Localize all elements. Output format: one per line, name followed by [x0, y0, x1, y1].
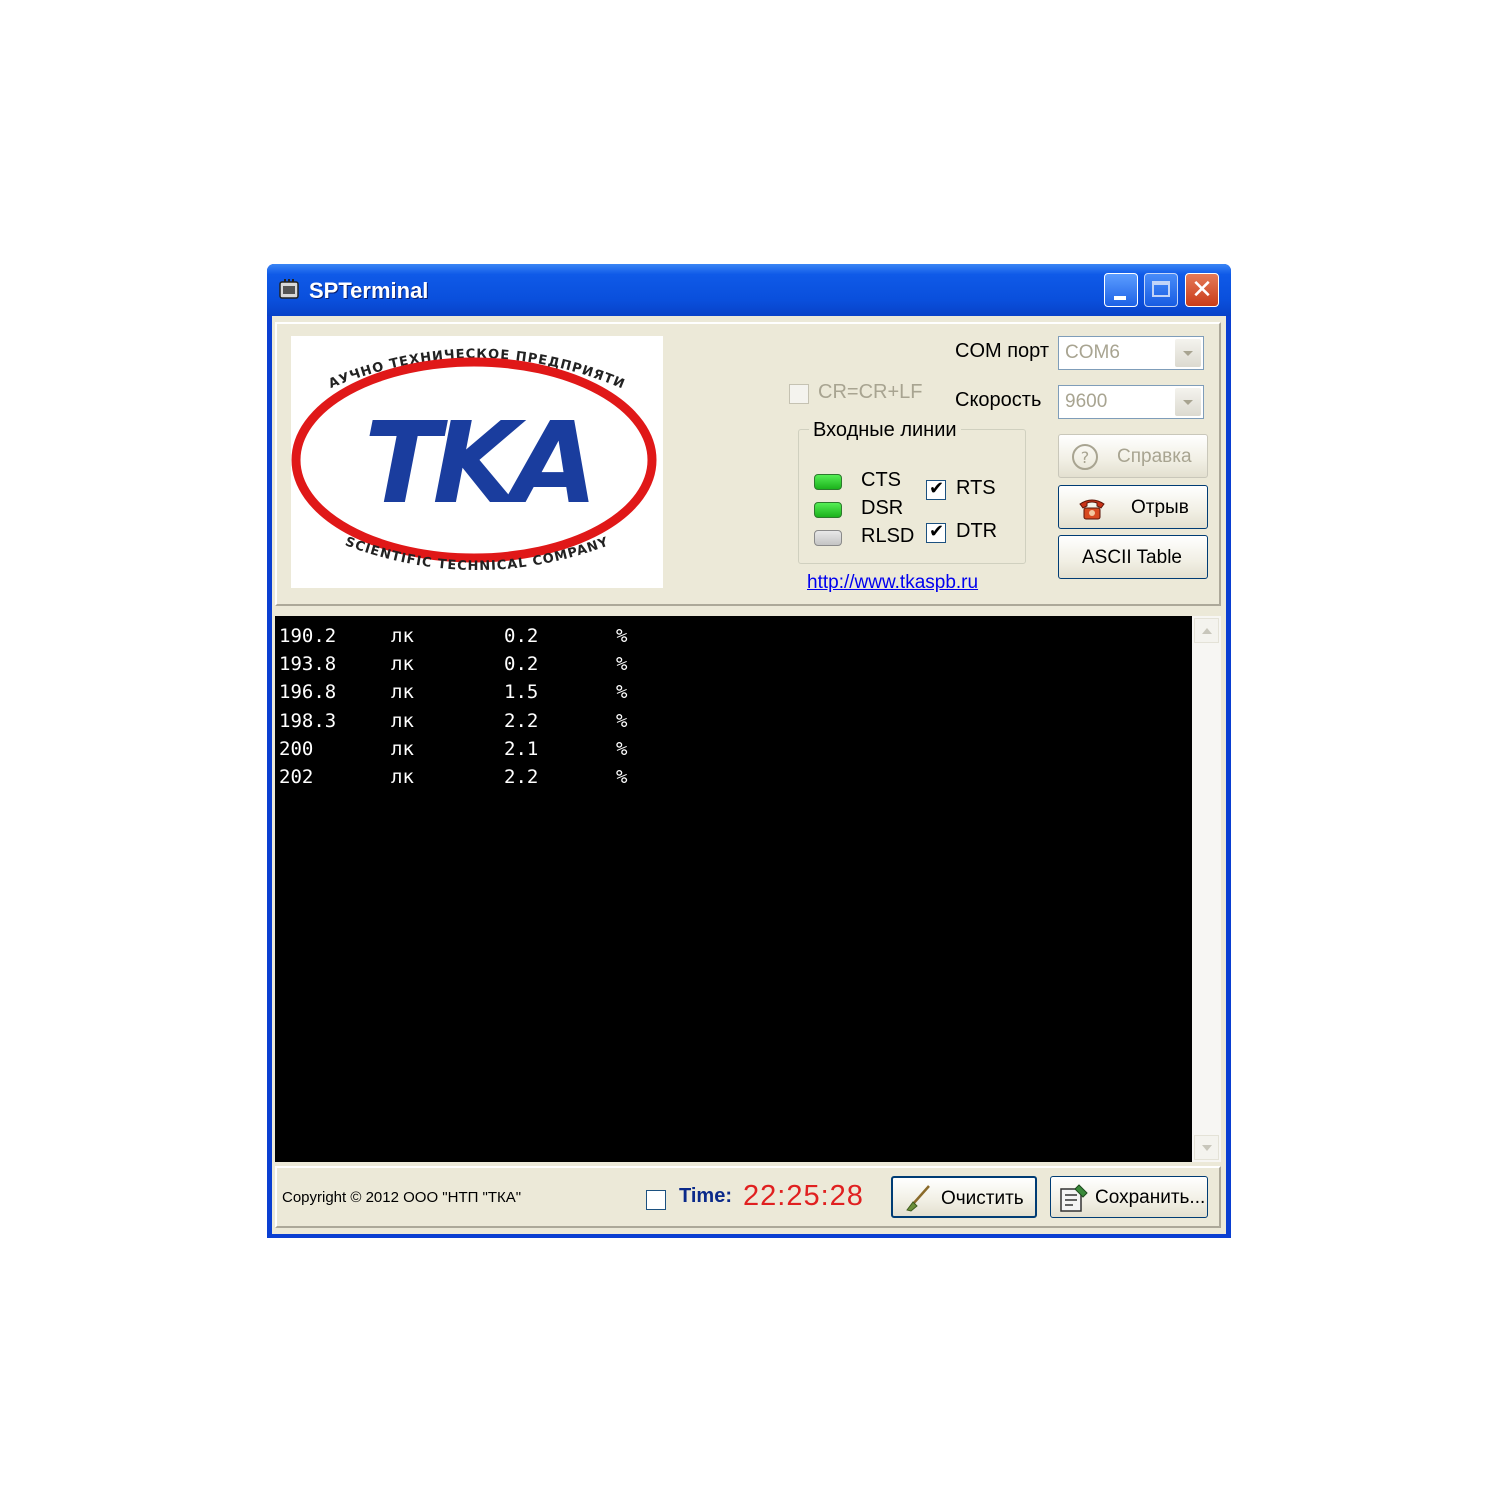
- terminal-output[interactable]: 190.2 лк 0.2% 193.8 лк 0.2% 196.8 лк 1.5% 198.3 лк…: [275, 616, 1192, 1162]
- ascii-table-button-label: ASCII Table: [1082, 547, 1182, 568]
- minimize-icon: [1114, 296, 1126, 300]
- terminal-cell: 2.1: [504, 737, 539, 760]
- terminal-cell: 198.3: [279, 709, 337, 732]
- rts-checkbox[interactable]: ✔: [926, 478, 946, 500]
- minimize-button[interactable]: [1104, 273, 1138, 307]
- rlsd-led-indicator: [814, 530, 842, 546]
- settings-panel: НАУЧНО ТЕХНИЧЕСКОЕ ПРЕДПРИЯТИЕ TKA SCIEN…: [275, 322, 1221, 606]
- terminal-cell: %: [616, 681, 628, 704]
- ascii-table-button[interactable]: ASCII Table: [1058, 535, 1208, 579]
- logo-letters: TKA: [364, 399, 590, 529]
- speed-select[interactable]: 9600: [1058, 385, 1204, 419]
- chevron-up-icon: [1202, 628, 1212, 634]
- time-checkbox[interactable]: [646, 1190, 666, 1210]
- terminal-cell: 2.2: [504, 709, 539, 732]
- chevron-down-icon: [1202, 1145, 1212, 1151]
- scroll-down-button[interactable]: [1194, 1135, 1219, 1160]
- crlf-checkbox[interactable]: [789, 384, 809, 404]
- terminal-cell: 2.2: [504, 766, 539, 788]
- time-value: 22:25:28: [743, 1180, 864, 1212]
- dtr-checkbox[interactable]: ✔: [926, 521, 946, 543]
- save-button-label: Сохранить...: [1095, 1187, 1206, 1208]
- terminal-cell: лк: [391, 625, 414, 647]
- terminal-cell: 1.5: [504, 681, 539, 704]
- chevron-down-icon[interactable]: [1175, 388, 1201, 416]
- cts-led-indicator: [814, 474, 842, 490]
- terminal-cell: %: [616, 709, 628, 732]
- terminal-cell: 0.2: [504, 653, 539, 676]
- window-title: SPTerminal: [309, 278, 429, 303]
- terminal-cell: 190.2: [279, 625, 337, 647]
- terminal-cell: %: [616, 625, 628, 647]
- terminal-cell: %: [616, 737, 628, 760]
- terminal-cell: 193.8: [279, 653, 337, 676]
- status-bar: Copyright © 2012 ООО "НТП "ТКА" Time: 22…: [275, 1166, 1221, 1228]
- cts-label: CTS: [861, 469, 901, 491]
- com-port-label: COM порт: [955, 340, 1050, 362]
- input-lines-title: Входные линии: [809, 419, 961, 442]
- com-port-select[interactable]: COM6: [1058, 336, 1204, 370]
- disconnect-button-label: Отрыв: [1131, 497, 1189, 518]
- help-button[interactable]: ? Справка: [1058, 434, 1208, 478]
- terminal-cell: лк: [391, 737, 414, 760]
- company-logo: НАУЧНО ТЕХНИЧЕСКОЕ ПРЕДПРИЯТИЕ TKA SCIEN…: [285, 325, 663, 588]
- website-link[interactable]: http://www.tkaspb.ru: [807, 572, 978, 594]
- terminal-cell: лк: [391, 681, 414, 704]
- terminal-cell: лк: [391, 709, 414, 732]
- disconnect-button[interactable]: Отрыв: [1058, 485, 1208, 529]
- terminal-scrollbar[interactable]: [1192, 616, 1221, 1162]
- terminal-cell: 196.8: [279, 681, 337, 704]
- terminal-cell: %: [616, 653, 628, 676]
- dtr-label: DTR: [956, 520, 998, 542]
- maximize-icon: [1152, 281, 1170, 297]
- close-icon: ✕: [1191, 275, 1213, 305]
- broom-icon: [906, 1185, 930, 1212]
- serial-port-icon: [279, 279, 299, 299]
- title-bar[interactable]: SPTerminal ✕: [267, 264, 1231, 316]
- dsr-label: DSR: [861, 497, 904, 519]
- terminal-cell: 202: [279, 766, 314, 788]
- tka-logo-image: НАУЧНО ТЕХНИЧЕСКОЕ ПРЕДПРИЯТИЕ TKA SCIEN…: [285, 325, 657, 574]
- dsr-led-indicator: [814, 502, 842, 518]
- help-icon: ?: [1072, 444, 1098, 470]
- terminal-cell: %: [616, 766, 628, 788]
- checkmark-icon: ✔: [929, 478, 945, 499]
- save-button[interactable]: Сохранить...: [1050, 1176, 1208, 1218]
- clear-button[interactable]: Очистить: [891, 1176, 1037, 1218]
- time-label: Time:: [679, 1185, 732, 1207]
- com-port-value: COM6: [1065, 342, 1120, 363]
- save-log-icon: [1060, 1184, 1088, 1212]
- copyright-text: Copyright © 2012 ООО "НТП "ТКА": [282, 1189, 522, 1206]
- speed-value: 9600: [1065, 391, 1108, 412]
- rts-label: RTS: [956, 477, 996, 499]
- close-button[interactable]: ✕: [1185, 273, 1219, 307]
- telephone-icon: [1079, 499, 1105, 520]
- terminal-cell: 0.2: [504, 625, 539, 647]
- terminal-cell: лк: [391, 653, 414, 676]
- app-window: SPTerminal ✕ НАУЧНО ТЕХНИЧЕСКОЕ ПРЕДПРИЯ…: [267, 264, 1231, 1238]
- speed-label: Скорость: [955, 389, 1042, 411]
- client-area: НАУЧНО ТЕХНИЧЕСКОЕ ПРЕДПРИЯТИЕ TKA SCIEN…: [272, 316, 1226, 1234]
- terminal-cell: 200: [279, 737, 314, 760]
- clear-button-label: Очистить: [941, 1188, 1024, 1209]
- scroll-up-button[interactable]: [1194, 618, 1219, 643]
- svg-text:?: ?: [1081, 448, 1090, 467]
- help-button-label: Справка: [1117, 446, 1192, 467]
- rlsd-label: RLSD: [861, 525, 915, 547]
- terminal-cell: лк: [391, 766, 414, 788]
- crlf-label: CR=CR+LF: [818, 381, 923, 403]
- maximize-button[interactable]: [1144, 273, 1178, 307]
- checkmark-icon: ✔: [929, 521, 945, 542]
- chevron-down-icon[interactable]: [1175, 339, 1201, 367]
